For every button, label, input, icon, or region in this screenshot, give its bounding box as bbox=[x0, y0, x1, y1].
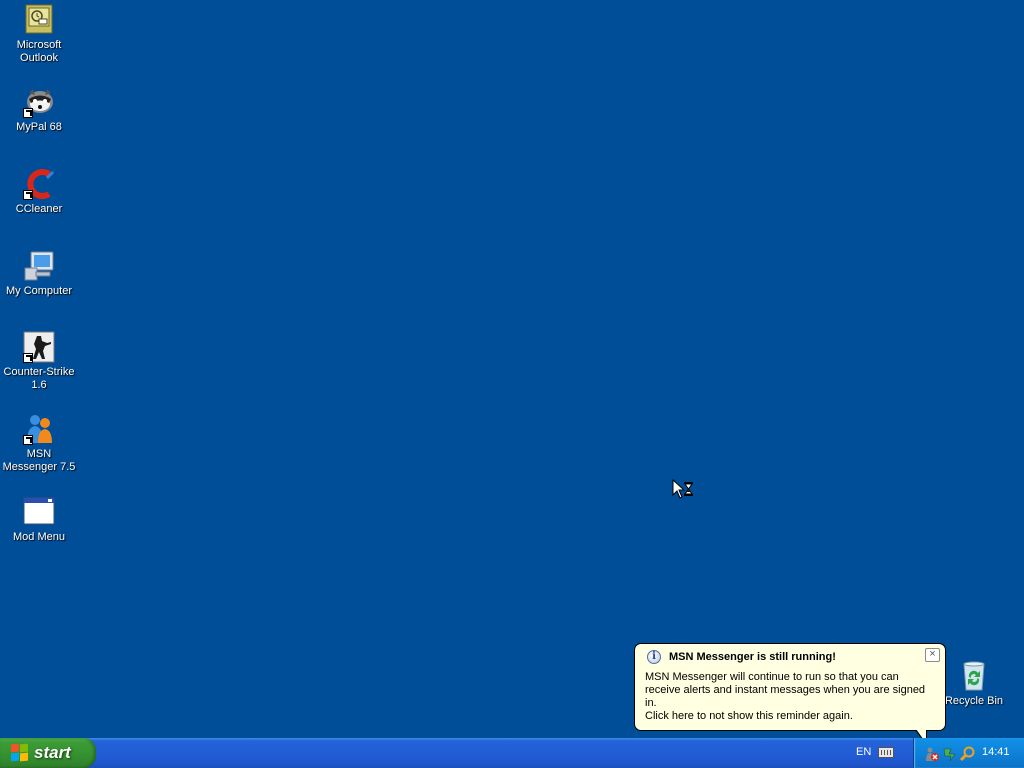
desktop-icon-label: Mod Menu bbox=[13, 531, 65, 543]
search-tray-icon[interactable] bbox=[959, 746, 976, 762]
info-icon: i bbox=[647, 650, 661, 664]
my-computer-icon bbox=[23, 250, 55, 282]
start-button[interactable]: start bbox=[0, 738, 96, 768]
window-icon bbox=[23, 496, 55, 528]
mypal-icon bbox=[23, 86, 55, 118]
ccleaner-icon bbox=[23, 168, 55, 200]
desktop-icon-mypal[interactable]: MyPal 68 bbox=[1, 86, 77, 134]
desktop-icon-msn-messenger[interactable]: MSN Messenger 7.5 bbox=[1, 413, 77, 474]
start-label: start bbox=[34, 743, 71, 762]
shortcut-arrow-icon bbox=[23, 435, 33, 445]
desktop-icon-label: MyPal 68 bbox=[16, 121, 62, 133]
desktop-icon-label: MSN Messenger 7.5 bbox=[2, 448, 76, 473]
balloon-message: MSN Messenger will continue to run so th… bbox=[645, 671, 926, 709]
recycle-bin-icon bbox=[958, 660, 990, 692]
counter-strike-icon bbox=[23, 331, 55, 363]
desktop: Microsoft Outlook MyPal 68 CCleaner My C… bbox=[0, 0, 1024, 738]
balloon-title: MSN Messenger is still running! bbox=[669, 651, 836, 663]
shortcut-arrow-icon bbox=[23, 108, 33, 118]
desktop-icon-label: My Computer bbox=[5, 285, 73, 297]
msn-tray-icon[interactable] bbox=[924, 746, 940, 762]
desktop-icon-label: Microsoft Outlook bbox=[16, 39, 62, 64]
balloon-close-button[interactable]: × bbox=[925, 648, 940, 662]
clock[interactable]: 14:41 bbox=[982, 746, 1010, 758]
windows-logo-icon bbox=[11, 743, 29, 762]
desktop-icon-label: Recycle Bin bbox=[944, 695, 1004, 707]
msn-messenger-icon bbox=[23, 413, 55, 445]
desktop-icon-recycle-bin[interactable]: Recycle Bin bbox=[936, 660, 1012, 708]
notification-balloon[interactable]: i MSN Messenger is still running! × MSN … bbox=[634, 643, 946, 746]
keyboard-icon[interactable] bbox=[878, 747, 894, 758]
desktop-icon-label: Counter-Strike 1.6 bbox=[3, 366, 75, 391]
desktop-icon-ccleaner[interactable]: CCleaner bbox=[1, 168, 77, 216]
network-tray-icon[interactable] bbox=[942, 746, 958, 762]
shortcut-arrow-icon bbox=[23, 190, 33, 200]
desktop-icon-counter-strike[interactable]: Counter-Strike 1.6 bbox=[1, 331, 77, 392]
desktop-icon-outlook[interactable]: Microsoft Outlook bbox=[1, 4, 77, 65]
language-indicator[interactable]: EN bbox=[856, 746, 871, 758]
desktop-icon-mod-menu[interactable]: Mod Menu bbox=[1, 496, 77, 544]
outlook-icon bbox=[23, 4, 55, 36]
shortcut-arrow-icon bbox=[23, 353, 33, 363]
desktop-icon-label: CCleaner bbox=[15, 203, 63, 215]
balloon-dismiss-link[interactable]: Click here to not show this reminder aga… bbox=[645, 710, 853, 722]
desktop-icon-my-computer[interactable]: My Computer bbox=[1, 250, 77, 298]
busy-cursor-icon bbox=[672, 478, 696, 501]
